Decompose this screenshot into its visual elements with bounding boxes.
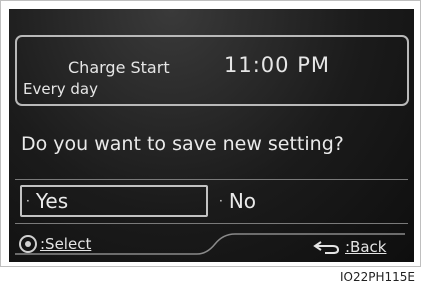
charge-timer-panel: Charge Start 11:00 PM Every day [15, 35, 409, 106]
no-button[interactable]: · No [215, 185, 405, 217]
return-arrow-icon [313, 241, 340, 254]
divider-bottom [15, 223, 408, 224]
save-prompt: Do you want to save new setting? [21, 133, 344, 155]
charge-start-time: 11:00 PM [224, 53, 330, 77]
display-screen: Charge Start 11:00 PM Every day Do you w… [9, 9, 414, 262]
select-label: :Select [40, 235, 92, 253]
back-label: :Back [345, 238, 387, 256]
controller-knob-icon [19, 235, 37, 253]
yes-label: Yes [35, 189, 69, 213]
bullet-icon: · [26, 194, 30, 208]
no-label: No [228, 189, 257, 213]
bullet-icon: · [219, 194, 223, 208]
divider-top [15, 179, 408, 180]
figure-id: IO22PH115E [340, 270, 415, 284]
yes-button[interactable]: · Yes [20, 185, 208, 217]
select-control[interactable]: :Select [19, 235, 91, 253]
figure-frame: Charge Start 11:00 PM Every day Do you w… [0, 0, 421, 267]
back-button[interactable]: :Back [311, 238, 386, 256]
repeat-setting: Every day [23, 80, 98, 98]
charge-start-label: Charge Start [68, 58, 170, 77]
